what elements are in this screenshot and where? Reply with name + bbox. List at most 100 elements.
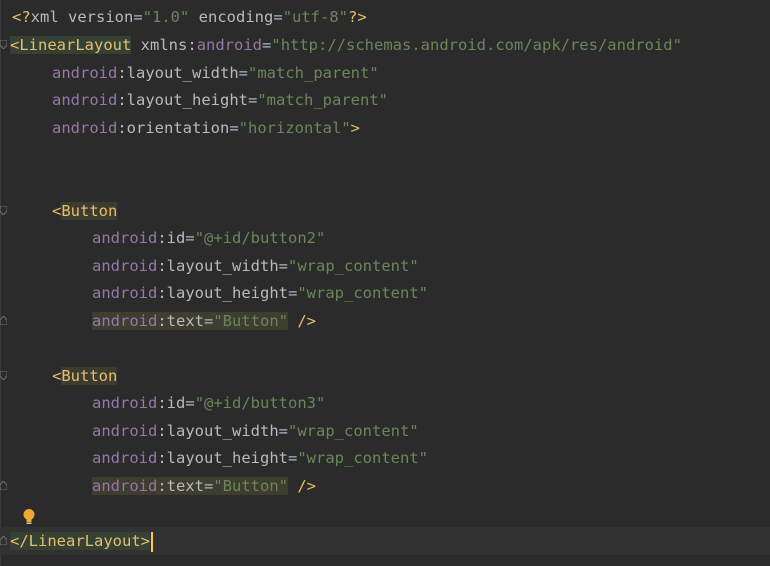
code-line-button2-width[interactable]: android:layout_width="wrap_content" bbox=[92, 418, 419, 445]
code-line-button2-text[interactable]: android:text="Button" /> bbox=[92, 473, 316, 500]
tag-linearlayout: LinearLayout bbox=[19, 36, 132, 54]
namespace-android: android bbox=[52, 119, 118, 137]
code-line-1[interactable]: <?xml version="1.0" encoding="utf-8"?> bbox=[12, 4, 367, 31]
value-wrap-content: "wrap_content" bbox=[288, 422, 419, 440]
colon: : bbox=[157, 394, 167, 412]
attr-layout-width: layout_width bbox=[126, 64, 239, 82]
colon: : bbox=[157, 422, 167, 440]
value-wrap-content: "wrap_content" bbox=[288, 257, 419, 275]
colon: : bbox=[157, 257, 167, 275]
attr-xmlns: xmlns bbox=[140, 36, 188, 54]
fold-end-marker-icon[interactable] bbox=[0, 316, 7, 325]
code-line-button2-id[interactable]: android:id="@+id/button3" bbox=[92, 390, 325, 417]
code-line-button2-open[interactable]: <Button bbox=[52, 363, 118, 390]
tag-self-close: /> bbox=[288, 477, 316, 495]
xml-decl-name: xml bbox=[30, 8, 59, 26]
value-encoding: "utf-8" bbox=[282, 8, 349, 26]
tag-close-bracket: > bbox=[140, 532, 150, 550]
tag-open-bracket: < bbox=[52, 202, 62, 220]
code-editor[interactable]: <?xml version="1.0" encoding="utf-8"?> <… bbox=[0, 0, 770, 566]
fold-marker-icon[interactable] bbox=[0, 40, 7, 49]
attr-layout-width: layout_width bbox=[166, 422, 279, 440]
colon: : bbox=[157, 312, 167, 330]
equals: = bbox=[185, 229, 195, 247]
value-id: "@+id/button3" bbox=[194, 394, 326, 412]
colon: : bbox=[117, 64, 127, 82]
attr-text: text bbox=[166, 477, 204, 495]
fold-end-marker-icon[interactable] bbox=[0, 481, 7, 490]
equals: = bbox=[238, 64, 248, 82]
fold-end-marker-icon[interactable] bbox=[0, 536, 7, 545]
namespace-android: android bbox=[92, 449, 158, 467]
equals: = bbox=[278, 422, 288, 440]
equals: = bbox=[248, 91, 258, 109]
value-version: "1.0" bbox=[142, 8, 190, 26]
colon: : bbox=[157, 449, 167, 467]
namespace-android: android bbox=[92, 477, 158, 495]
code-line-button1-open[interactable]: <Button bbox=[52, 198, 118, 225]
attr-layout-width: layout_width bbox=[166, 257, 279, 275]
attr-layout-height: layout_height bbox=[166, 284, 288, 302]
code-line-button1-height[interactable]: android:layout_height="wrap_content" bbox=[92, 280, 428, 307]
code-line-button1-text[interactable]: android:text="Button" /> bbox=[92, 308, 316, 335]
equals: = bbox=[229, 119, 239, 137]
attr-id: id bbox=[166, 229, 186, 247]
value-text: "Button" bbox=[213, 312, 288, 330]
attr-encoding: encoding bbox=[189, 8, 274, 26]
xml-decl-close: ?> bbox=[348, 8, 367, 26]
equals: = bbox=[262, 36, 272, 54]
namespace-android: android bbox=[92, 422, 158, 440]
attr-layout-height: layout_height bbox=[126, 91, 248, 109]
value-horizontal: "horizontal" bbox=[238, 119, 351, 137]
attr-version: version bbox=[58, 8, 134, 26]
namespace-android: android bbox=[92, 312, 158, 330]
code-line-button2-height[interactable]: android:layout_height="wrap_content" bbox=[92, 445, 428, 472]
equals: = bbox=[273, 8, 283, 26]
tag-close-bracket: > bbox=[350, 119, 360, 137]
equals: = bbox=[288, 284, 298, 302]
value-wrap-content: "wrap_content" bbox=[297, 449, 428, 467]
colon: : bbox=[117, 91, 127, 109]
namespace-android: android bbox=[196, 36, 263, 54]
tag-close-open-bracket: </ bbox=[10, 532, 29, 550]
xml-decl-open: <? bbox=[12, 8, 31, 26]
equals: = bbox=[204, 477, 214, 495]
value-id: "@+id/button2" bbox=[194, 229, 326, 247]
tag-linearlayout: LinearLayout bbox=[28, 532, 141, 550]
code-line-end[interactable]: </LinearLayout> bbox=[10, 528, 153, 555]
value-wrap-content: "wrap_content" bbox=[297, 284, 428, 302]
colon: : bbox=[157, 229, 167, 247]
fold-marker-icon[interactable] bbox=[0, 371, 7, 380]
namespace-android: android bbox=[52, 91, 118, 109]
code-line-3[interactable]: android:layout_width="match_parent" bbox=[52, 60, 379, 87]
equals: = bbox=[133, 8, 143, 26]
fold-marker-icon[interactable] bbox=[0, 206, 7, 215]
text-cursor bbox=[151, 531, 153, 552]
code-line-2[interactable]: <LinearLayout xmlns:android="http://sche… bbox=[10, 32, 682, 59]
tag-open-bracket: < bbox=[52, 367, 62, 385]
namespace-android: android bbox=[92, 229, 158, 247]
equals: = bbox=[185, 394, 195, 412]
namespace-android: android bbox=[52, 64, 118, 82]
code-line-4[interactable]: android:layout_height="match_parent" bbox=[52, 87, 388, 114]
equals: = bbox=[204, 312, 214, 330]
lightbulb-icon[interactable] bbox=[22, 508, 36, 526]
code-line-5[interactable]: android:orientation="horizontal"> bbox=[52, 115, 360, 142]
code-line-button1-width[interactable]: android:layout_width="wrap_content" bbox=[92, 253, 419, 280]
tag-button: Button bbox=[61, 367, 118, 385]
value-match-parent: "match_parent" bbox=[248, 64, 379, 82]
value-schema-url: "http://schemas.android.com/apk/res/andr… bbox=[271, 36, 682, 54]
tag-open-bracket: < bbox=[10, 36, 20, 54]
tag-self-close: /> bbox=[288, 312, 316, 330]
code-line-button1-id[interactable]: android:id="@+id/button2" bbox=[92, 225, 325, 252]
attr-layout-height: layout_height bbox=[166, 449, 288, 467]
attr-orientation: orientation bbox=[126, 119, 230, 137]
tag-button: Button bbox=[61, 202, 118, 220]
colon: : bbox=[157, 284, 167, 302]
colon: : bbox=[157, 477, 167, 495]
value-text: "Button" bbox=[213, 477, 288, 495]
equals: = bbox=[278, 257, 288, 275]
colon: : bbox=[187, 36, 197, 54]
attr-id: id bbox=[166, 394, 186, 412]
namespace-android: android bbox=[92, 394, 158, 412]
